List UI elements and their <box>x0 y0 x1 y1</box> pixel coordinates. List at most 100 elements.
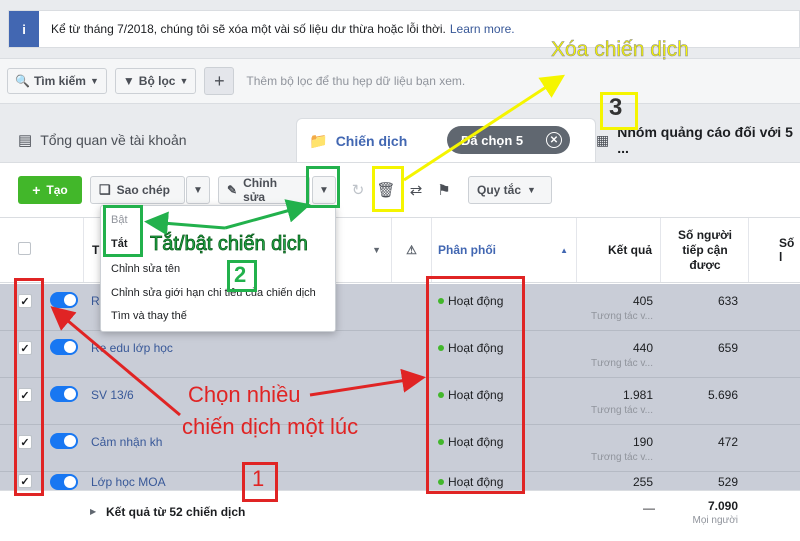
campaign-toggle[interactable] <box>50 339 78 355</box>
menu-item-off[interactable]: Tắt <box>111 238 128 250</box>
column-label: Kết quả <box>607 243 652 257</box>
row-checkbox[interactable]: ✓ <box>18 474 32 488</box>
summary-row: ▶ Kết quả từ 52 chiến dịch — 7.090 Mọi n… <box>0 490 800 541</box>
toggle-campaign-label: Tắt/bật chiến dịch <box>150 233 309 256</box>
folder-icon: 📁 <box>309 132 328 150</box>
filter-placeholder[interactable]: Thêm bộ lọc để thu hẹp dữ liệu bạn xem. <box>246 74 465 88</box>
status-text: Hoạt động <box>448 435 504 449</box>
notice-message: Kể từ tháng 7/2018, chúng tôi sẽ xóa một… <box>51 22 446 36</box>
edit-dropdown-menu: Bật Tắt Chỉnh sửa tên Chỉnh sửa giới hạn… <box>100 205 336 332</box>
tab-account-overview[interactable]: ▤ Tổng quan về tài khoản <box>18 118 187 162</box>
caret-right-icon[interactable]: ▶ <box>90 507 96 516</box>
warning-icon: ⚠ <box>392 218 432 282</box>
status-text: Hoạt động <box>448 294 504 308</box>
info-icon: i <box>9 11 39 47</box>
menu-item-rename[interactable]: Chỉnh sửa tên <box>111 263 180 275</box>
more-column-header[interactable]: Số l <box>749 218 800 282</box>
status-text: Hoạt động <box>448 475 504 489</box>
delivery-column-header[interactable]: Phân phối ▲ <box>432 218 577 282</box>
step1-number: 1 <box>252 466 265 491</box>
filter-icon: ▼ <box>122 74 135 88</box>
summary-label: Kết quả từ 52 chiến dịch <box>106 505 246 519</box>
summary-reach-unit: Mọi người <box>692 515 739 526</box>
tab-adsets[interactable]: ▦ Nhóm quảng cáo đối với 5 ... <box>596 118 800 162</box>
active-dot-icon <box>438 479 444 485</box>
chevron-down-icon: ▼ <box>179 76 189 86</box>
campaign-toggle[interactable] <box>50 292 78 308</box>
table-row[interactable]: ✓ Cảm nhận kh Hoạt động 190 Tương tác v.… <box>0 425 800 472</box>
edit-button[interactable]: ✎ Chỉnh sửa <box>218 176 310 204</box>
table-row[interactable]: ✓ SV 13/6 Hoạt động 1.981 Tương tác v...… <box>0 378 800 425</box>
column-label: T <box>92 243 100 257</box>
row-checkbox[interactable]: ✓ <box>18 435 32 449</box>
campaign-name[interactable]: Cảm nhận kh <box>91 435 162 449</box>
results-type: Tương tác v... <box>591 405 653 416</box>
results-type: Tương tác v... <box>591 358 653 369</box>
tab-bar: ▤ Tổng quan về tài khoản 📁 Chiến dịch Đã… <box>0 118 800 162</box>
delivery-status: Hoạt động <box>438 341 503 355</box>
rules-label: Quy tắc <box>477 183 522 197</box>
filter-bar: 🔍 Tìm kiếm ▼ ▼ Bộ lọc ▼ + Thêm bộ lọc để… <box>0 58 800 104</box>
grid-icon: ▦ <box>596 131 610 148</box>
campaign-toggle[interactable] <box>50 433 78 449</box>
edit-label: Chỉnh sửa <box>243 176 278 204</box>
active-dot-icon <box>438 439 444 445</box>
filter-button[interactable]: ▼ Bộ lọc ▼ <box>114 68 197 94</box>
active-dot-icon <box>438 298 444 304</box>
reach-value: 5.696 <box>707 388 738 402</box>
search-button[interactable]: 🔍 Tìm kiếm ▼ <box>7 68 107 94</box>
active-dot-icon <box>438 392 444 398</box>
campaign-name[interactable]: Re edu lớp học <box>91 341 173 355</box>
menu-item-on[interactable]: Bật <box>111 214 128 226</box>
add-filter-button[interactable]: + <box>204 67 235 95</box>
table-row[interactable]: ✓ Re edu lớp học Hoạt động 440 Tương tác… <box>0 331 800 378</box>
summary-results: — <box>643 501 655 515</box>
copy-dropdown[interactable]: ▼ <box>186 176 210 204</box>
trash-icon[interactable]: 🗑 <box>372 176 400 204</box>
campaign-name[interactable]: Lớp học MOA <box>91 475 166 489</box>
learn-more-link[interactable]: Learn more. <box>450 22 515 36</box>
delivery-status: Hoạt động <box>438 294 503 308</box>
results-value: 190 <box>632 435 653 449</box>
menu-item-find-replace[interactable]: Tìm và thay thế <box>111 310 187 322</box>
status-text: Hoạt động <box>448 388 504 402</box>
rules-button[interactable]: Quy tắc ▼ <box>468 176 552 204</box>
copy-label: Sao chép <box>116 183 171 197</box>
menu-item-spend-limit[interactable]: Chỉnh sửa giới hạn chi tiêu của chiến dị… <box>111 287 316 299</box>
select-multiple-label-line1: Chọn nhiều <box>188 382 301 407</box>
delivery-status: Hoạt động <box>438 475 503 489</box>
plus-icon: + <box>32 182 41 198</box>
results-type: Tương tác v... <box>591 452 653 463</box>
summary-reach: 7.090 <box>707 499 738 513</box>
chevron-down-icon[interactable]: ▼ <box>372 245 381 255</box>
step2-number: 2 <box>234 262 247 287</box>
selected-count-pill[interactable]: Đã chọn 5 ✕ <box>447 126 570 154</box>
reach-column-header[interactable]: Số người tiếp cận được <box>661 218 749 282</box>
close-icon[interactable]: ✕ <box>546 132 562 148</box>
copy-button[interactable]: ❏ Sao chép <box>90 176 185 204</box>
campaign-name[interactable]: SV 13/6 <box>91 388 134 402</box>
select-all-checkbox[interactable] <box>18 242 31 255</box>
campaign-toggle[interactable] <box>50 386 78 402</box>
create-button[interactable]: + Tạo <box>18 176 82 204</box>
overview-icon: ▤ <box>18 132 33 149</box>
tab-label: Nhóm quảng cáo đối với 5 ... <box>617 124 793 156</box>
edit-dropdown[interactable]: ▼ <box>312 176 336 204</box>
row-checkbox[interactable]: ✓ <box>18 341 32 355</box>
campaign-toggle[interactable] <box>50 474 78 490</box>
row-checkbox[interactable]: ✓ <box>18 388 32 402</box>
chevron-down-icon: ▼ <box>89 76 99 86</box>
table-row[interactable]: ✓ Lớp học MOA Hoạt động 255 529 <box>0 472 800 490</box>
search-icon: 🔍 <box>15 74 30 88</box>
refresh-icon[interactable]: ↻ <box>344 176 372 204</box>
ab-test-icon[interactable]: ⇄ <box>402 176 430 204</box>
column-label: Phân phối <box>438 243 496 257</box>
plus-icon: + <box>214 70 225 91</box>
row-checkbox[interactable]: ✓ <box>18 294 32 308</box>
chevron-down-icon: ▼ <box>193 184 203 196</box>
results-value: 1.981 <box>622 388 653 402</box>
results-column-header[interactable]: Kết quả <box>577 218 661 282</box>
tag-icon[interactable]: ⚑ <box>430 176 458 204</box>
results-value: 440 <box>632 341 653 355</box>
filter-label: Bộ lọc <box>138 74 176 88</box>
